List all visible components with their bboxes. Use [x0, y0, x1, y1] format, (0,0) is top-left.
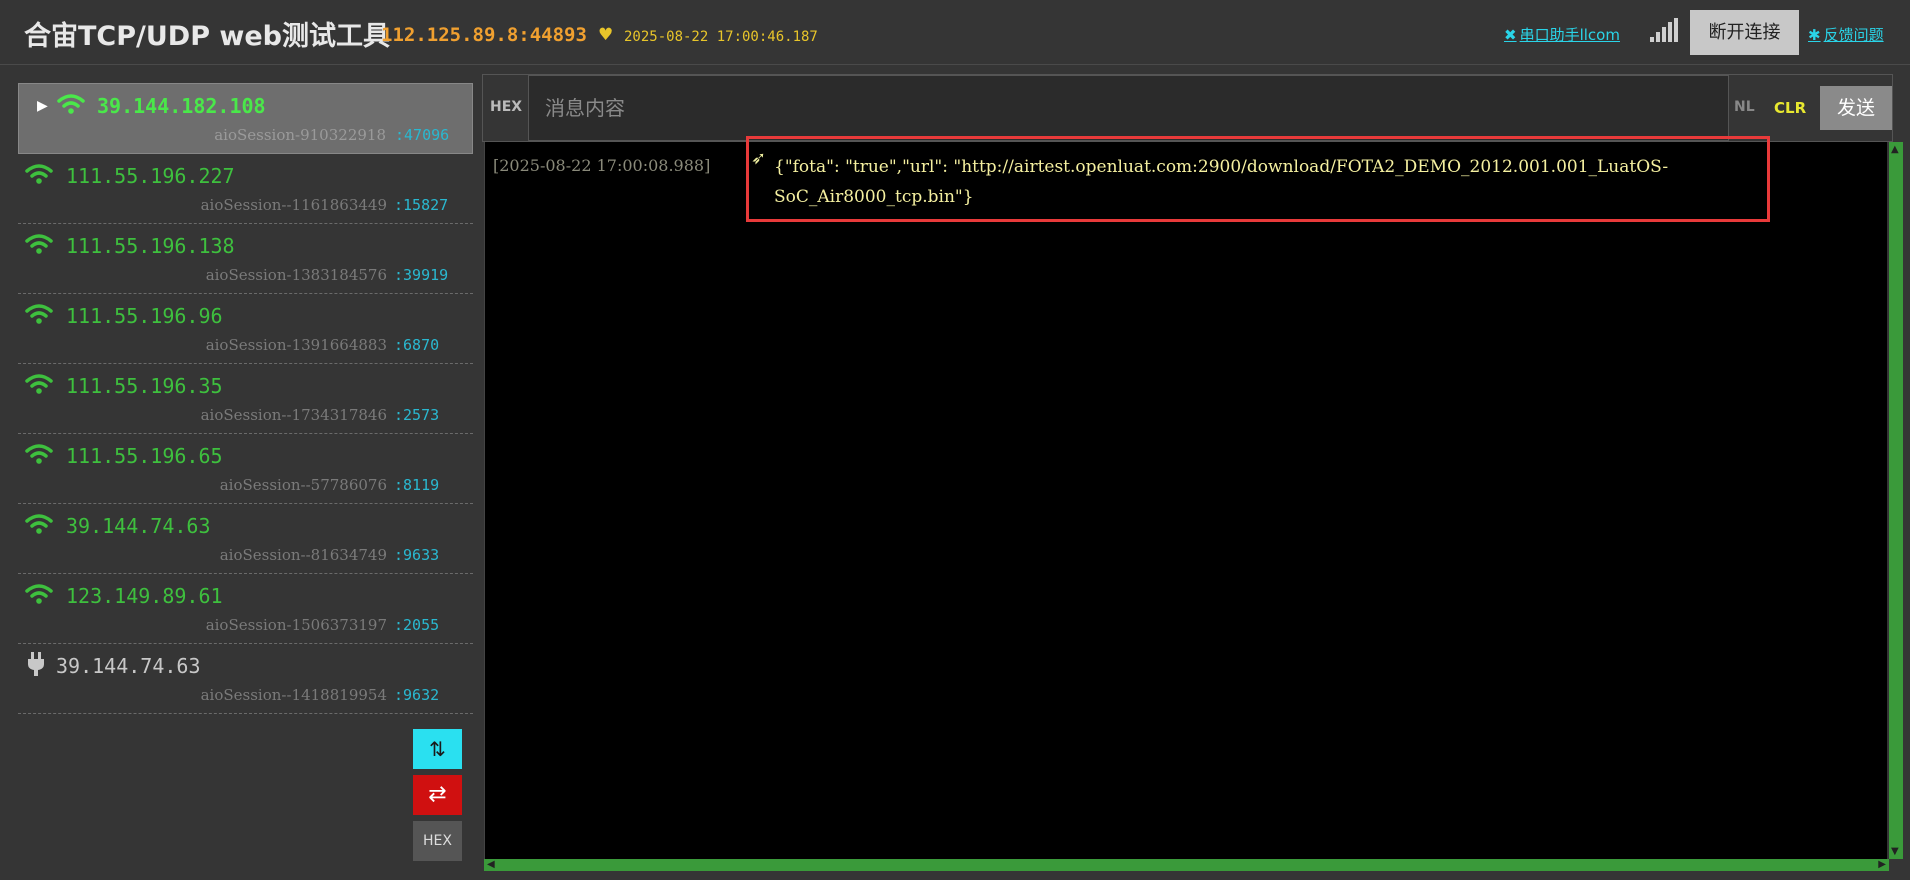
session-item[interactable]: 111.55.196.227 aioSession--1161863449 :158… — [18, 154, 473, 224]
session-item[interactable]: 39.144.74.63 aioSession--81634749 :9633 — [18, 504, 473, 574]
session-item[interactable]: 39.144.74.63 aioSession--1418819954 :9632 — [18, 644, 473, 714]
hex-send-toggle[interactable]: HEX — [490, 99, 522, 115]
session-port: :47096 — [395, 126, 450, 144]
session-ip: 111.55.196.227 — [66, 164, 235, 188]
session-id: aioSession--1418819954 — [200, 686, 387, 704]
plug-icon — [28, 652, 44, 676]
disconnect-button[interactable]: 断开连接 — [1690, 10, 1799, 55]
horizontal-scrollbar[interactable]: ◀ ▶ — [484, 859, 1889, 871]
session-id: aioSession-1383184576 — [205, 266, 387, 284]
feedback-link[interactable]: ✱ 反馈问题 — [1808, 24, 1884, 45]
scroll-right-icon[interactable]: ▶ — [1878, 859, 1886, 870]
server-time: 2025-08-22 17:00:46.187 — [624, 29, 818, 45]
refresh-icon: ⇄ — [428, 782, 447, 807]
session-id: aioSession--1161863449 — [200, 196, 387, 214]
wifi-icon — [25, 164, 53, 184]
session-id: aioSession--1734317846 — [200, 406, 387, 424]
session-id: aioSession--81634749 — [219, 546, 387, 564]
session-item[interactable]: 111.55.196.65 aioSession--57786076 :8119 — [18, 434, 473, 504]
session-ip: 39.144.182.108 — [97, 94, 266, 118]
session-id: aioSession-1391664883 — [205, 336, 387, 354]
wifi-icon — [25, 514, 53, 534]
session-id: aioSession--57786076 — [219, 476, 387, 494]
highlight-annotation — [746, 136, 1770, 222]
session-ip: 111.55.196.138 — [66, 234, 235, 258]
session-ip: 39.144.74.63 — [66, 514, 211, 538]
session-ip: 111.55.196.35 — [66, 374, 223, 398]
session-port: :15827 — [394, 196, 449, 214]
session-port: :2573 — [394, 406, 440, 424]
heartbeat-icon: ♥ — [598, 25, 614, 45]
serial-tool-link[interactable]: ✖ 串口助手llcom — [1504, 24, 1620, 45]
send-button[interactable]: 发送 — [1820, 86, 1892, 130]
signal-strength-icon — [1650, 18, 1678, 42]
log-timestamp: [2025-08-22 17:00:08.988] — [493, 156, 711, 175]
wifi-icon — [57, 94, 85, 114]
tools-icon: ✖ — [1504, 26, 1517, 44]
session-ip: 111.55.196.65 — [66, 444, 223, 468]
session-port: :6870 — [394, 336, 440, 354]
session-item[interactable]: 111.55.196.35 aioSession--1734317846 :2573 — [18, 364, 473, 434]
app-title: 合宙TCP/UDP web测试工具 — [24, 21, 390, 52]
message-input[interactable] — [528, 75, 1729, 141]
session-item[interactable]: ▶ 39.144.182.108 aioSession-910322918 :4709… — [18, 83, 473, 154]
wifi-icon — [25, 374, 53, 394]
expand-caret-icon[interactable]: ▶ — [37, 98, 48, 114]
app-header: 合宙TCP/UDP web测试工具 112.125.89.8:44893 ♥ 2… — [0, 0, 1910, 65]
sort-button[interactable]: ⇅ — [413, 729, 462, 769]
session-list: ▶ 39.144.182.108 aioSession-910322918 :4709… — [18, 83, 473, 714]
session-port: :9633 — [394, 546, 440, 564]
session-port: :2055 — [394, 616, 440, 634]
wifi-icon — [25, 444, 53, 464]
session-port: :8119 — [394, 476, 440, 494]
session-item[interactable]: 111.55.196.138 aioSession-1383184576 :3991… — [18, 224, 473, 294]
clear-button[interactable]: CLR — [1774, 99, 1806, 117]
newline-toggle[interactable]: NL — [1734, 99, 1755, 115]
vertical-scrollbar[interactable]: ▲ ▼ — [1889, 142, 1903, 859]
server-address: 112.125.89.8:44893 — [381, 24, 587, 46]
session-ip: 111.55.196.96 — [66, 304, 223, 328]
sort-icon: ⇅ — [429, 737, 446, 761]
refresh-button[interactable]: ⇄ — [413, 775, 462, 815]
scroll-up-icon[interactable]: ▲ — [1891, 144, 1899, 155]
session-item[interactable]: 123.149.89.61 aioSession-1506373197 :2055 — [18, 574, 473, 644]
scroll-left-icon[interactable]: ◀ — [487, 859, 495, 870]
message-log: [2025-08-22 17:00:08.988] ➶ {"fota": "tr… — [484, 142, 1887, 859]
message-input-bar: HEX NL CLR 发送 — [482, 74, 1893, 142]
session-id: aioSession-910322918 — [214, 126, 386, 144]
session-ip: 39.144.74.63 — [56, 654, 201, 678]
wifi-icon — [25, 584, 53, 604]
wifi-icon — [25, 304, 53, 324]
session-id: aioSession-1506373197 — [205, 616, 387, 634]
session-port: :9632 — [394, 686, 440, 704]
session-port: :39919 — [394, 266, 449, 284]
hex-display-button[interactable]: HEX — [413, 821, 462, 861]
session-item[interactable]: 111.55.196.96 aioSession-1391664883 :6870 — [18, 294, 473, 364]
session-ip: 123.149.89.61 — [66, 584, 223, 608]
bug-icon: ✱ — [1808, 26, 1821, 44]
wifi-icon — [25, 234, 53, 254]
scroll-down-icon[interactable]: ▼ — [1891, 846, 1899, 857]
